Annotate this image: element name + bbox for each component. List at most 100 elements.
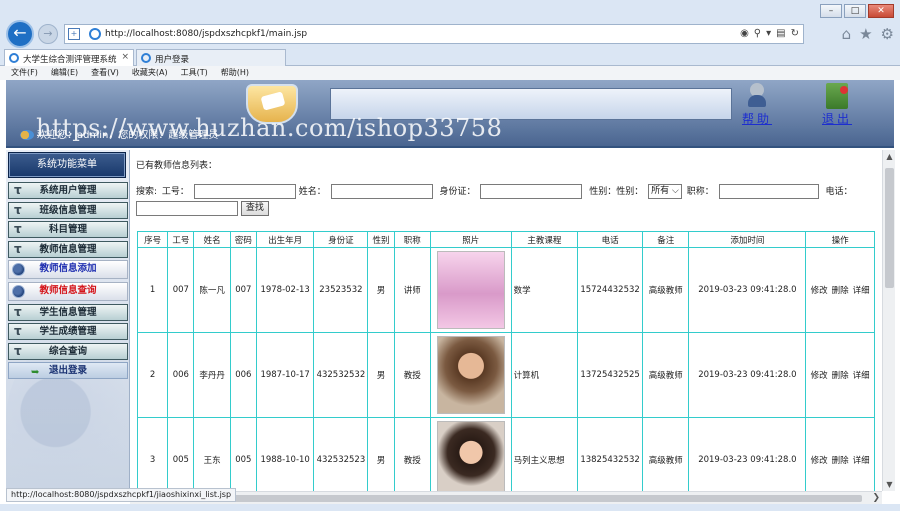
- status-bar-url: http://localhost:8080/jspdxszhcpkf1/jiao…: [6, 488, 237, 502]
- cell-course: 马列主义思想: [510, 417, 579, 491]
- address-url[interactable]: http://localhost:8080/jspdxszhcpkf1/main…: [105, 29, 307, 39]
- cell-ops: 修改 删除 详细: [805, 332, 875, 418]
- teacher-photo[interactable]: [436, 251, 505, 329]
- sidebar-item-subject-management[interactable]: τ 科目管理: [8, 221, 128, 239]
- gender-select-value: 所有: [651, 186, 670, 196]
- back-arrow-icon[interactable]: ←: [6, 20, 34, 48]
- edit-link[interactable]: 修改: [811, 286, 828, 296]
- sidebar-item-label: 科目管理: [48, 224, 87, 236]
- sidebar-item-user-management[interactable]: τ 系统用户管理: [8, 182, 128, 199]
- vertical-scrollbar[interactable]: ▲ ▼: [882, 150, 895, 491]
- pin-icon: τ: [14, 343, 22, 358]
- sidebar-item-class-management[interactable]: τ 班级信息管理: [8, 201, 128, 219]
- sidebar-item-student-management[interactable]: τ 学生信息管理: [8, 303, 128, 321]
- home-icon[interactable]: ⌂: [842, 25, 852, 43]
- cell-idcard: 432532523: [313, 417, 369, 491]
- browser-menubar: 文件(F) 编辑(E) 查看(V) 收藏夹(A) 工具(T) 帮助(H): [0, 66, 900, 80]
- name-label: 姓名：: [298, 187, 326, 197]
- window-controls: – □ ✕: [820, 4, 894, 18]
- detail-link[interactable]: 详细: [853, 371, 870, 381]
- sidebar-item-teacher-add[interactable]: 教师信息添加: [8, 260, 128, 280]
- dropdown-icon[interactable]: ▾: [766, 28, 771, 39]
- compat-view-icon[interactable]: +: [68, 28, 80, 40]
- chevron-down-icon: ⌵: [672, 186, 679, 196]
- cell-idcard: 432532532: [313, 332, 369, 418]
- exit-door-icon[interactable]: [826, 83, 848, 109]
- cell-course: 计算机: [510, 332, 579, 418]
- menu-file[interactable]: 文件(F): [11, 66, 38, 80]
- col-gender: 性别: [367, 231, 395, 248]
- cell-remark: 高级教师: [642, 417, 690, 491]
- table-row: 3 005 王东 005 1988-10-10 432532523 男 教授 马…: [136, 417, 875, 491]
- search-icon[interactable]: ⚲: [754, 28, 761, 39]
- cell-added: 2019-03-23 09:41:28.0: [688, 417, 807, 491]
- teacher-photo[interactable]: [436, 336, 505, 414]
- cell-gender: 男: [367, 417, 395, 491]
- tab-label: 大学生综合测评管理系统: [23, 55, 117, 65]
- browser-toolbar-icons: ⌂ ★ ⚙: [842, 25, 894, 43]
- cell-course: 数学: [510, 247, 579, 333]
- menu-view[interactable]: 查看(V): [91, 66, 119, 80]
- scroll-thumb[interactable]: [885, 168, 894, 288]
- gender-select[interactable]: 所有 ⌵: [648, 184, 682, 199]
- sidebar-item-comprehensive-query[interactable]: τ 综合查询: [8, 342, 128, 360]
- col-photo: 照片: [429, 231, 512, 248]
- delete-link[interactable]: 删除: [832, 286, 849, 296]
- menu-tools[interactable]: 工具(T): [181, 66, 208, 80]
- detail-link[interactable]: 详细: [853, 286, 870, 296]
- delete-link[interactable]: 删除: [832, 456, 849, 466]
- detail-link[interactable]: 详细: [853, 456, 870, 466]
- menu-favorites[interactable]: 收藏夹(A): [132, 66, 168, 80]
- col-name: 姓名: [193, 231, 231, 248]
- cell-seq: 3: [136, 417, 169, 491]
- col-birth: 出生年月: [255, 231, 315, 248]
- edit-link[interactable]: 修改: [811, 371, 828, 381]
- hscroll-thumb[interactable]: [222, 495, 862, 502]
- compat-icon[interactable]: ▤: [776, 28, 785, 39]
- pin-icon: τ: [14, 304, 22, 319]
- close-window-button[interactable]: ✕: [868, 4, 894, 18]
- title-input[interactable]: [718, 184, 819, 199]
- menu-edit[interactable]: 编辑(E): [51, 66, 78, 80]
- close-tab-icon[interactable]: ×: [121, 52, 129, 62]
- help-link[interactable]: 帮助: [742, 110, 772, 127]
- cell-ops: 修改 删除 详细: [805, 417, 875, 491]
- col-idcard: 身份证: [313, 231, 369, 248]
- teacher-photo[interactable]: [436, 421, 505, 491]
- minimize-button[interactable]: –: [820, 4, 842, 18]
- sidebar-item-teacher-management[interactable]: τ 教师信息管理: [8, 240, 128, 258]
- exit-link[interactable]: 退出: [822, 110, 852, 127]
- scroll-up-icon[interactable]: ▲: [883, 150, 896, 163]
- refresh-icon[interactable]: ↻: [791, 28, 799, 39]
- gonghao-input[interactable]: [193, 184, 296, 199]
- pin-icon: τ: [14, 324, 22, 339]
- search-button[interactable]: 查找: [240, 201, 269, 216]
- gear-icon[interactable]: ⚙: [881, 25, 894, 43]
- menu-help[interactable]: 帮助(H): [221, 66, 249, 80]
- delete-link[interactable]: 删除: [832, 371, 849, 381]
- sidebar-item-teacher-query[interactable]: 教师信息查询: [8, 281, 128, 301]
- tab-user-login[interactable]: 用户登录: [136, 49, 286, 66]
- edit-link[interactable]: 修改: [811, 456, 828, 466]
- phone-label: 电话：: [825, 187, 853, 197]
- cell-title: 教授: [393, 417, 431, 491]
- table-header-row: 序号 工号 姓名 密码 出生年月 身份证 性别 职称 照片 主教课程 电话 备注…: [136, 231, 875, 248]
- pin-icon: τ: [14, 183, 22, 197]
- idcard-input[interactable]: [480, 184, 583, 199]
- sidebar-item-logout[interactable]: ➥ 退出登录: [8, 362, 128, 380]
- phone-input[interactable]: [136, 201, 238, 216]
- search-form: 搜索: 工号： 姓名： 身份证： 性别：性别： 所有 ⌵ 职称： 电话： 查找: [136, 184, 876, 218]
- sidebar-menu-title: 系统功能菜单: [8, 152, 126, 178]
- sidebar-item-grade-management[interactable]: τ 学生成绩管理: [8, 323, 128, 341]
- help-person-icon[interactable]: [746, 83, 768, 109]
- name-input[interactable]: [330, 184, 433, 199]
- tab-main-system[interactable]: 大学生综合测评管理系统 ×: [4, 49, 134, 66]
- address-bar[interactable]: + http://localhost:8080/jspdxszhcpkf1/ma…: [64, 24, 804, 44]
- forward-arrow-icon[interactable]: →: [38, 24, 58, 44]
- star-icon[interactable]: ★: [859, 25, 872, 43]
- pin-icon: τ: [14, 222, 22, 237]
- scroll-down-icon[interactable]: ▼: [883, 478, 896, 491]
- maximize-button[interactable]: □: [844, 4, 866, 18]
- cell-birth: 1988-10-10: [255, 417, 315, 491]
- horizontal-scrollbar[interactable]: ❯: [130, 491, 882, 504]
